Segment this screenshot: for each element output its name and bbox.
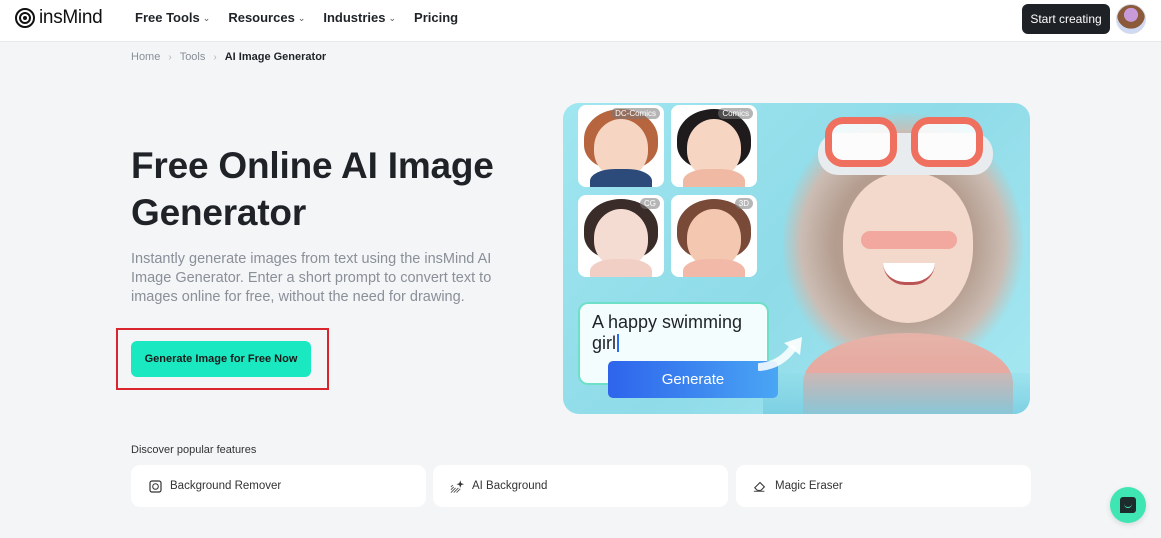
style-tag: Comics xyxy=(718,108,753,119)
breadcrumb: Home › Tools › AI Image Generator xyxy=(131,51,326,63)
generate-free-button[interactable]: Generate Image for Free Now xyxy=(131,341,311,377)
eraser-icon xyxy=(753,479,767,493)
nav-pricing[interactable]: Pricing xyxy=(414,10,458,25)
arrow-icon xyxy=(758,337,802,371)
logo-text: insMind xyxy=(39,7,103,28)
nav-resources[interactable]: Resources ⌄ xyxy=(228,10,305,25)
feature-background-remover[interactable]: Background Remover xyxy=(131,465,426,507)
feature-label: AI Background xyxy=(472,480,548,492)
showcase-image: DC-Comics Comics CG 3D A happy swimming … xyxy=(563,103,1030,414)
main-nav: Free Tools ⌄ Resources ⌄ Industries ⌄ Pr… xyxy=(135,10,458,25)
chat-icon xyxy=(1120,497,1136,513)
nav-label: Pricing xyxy=(414,10,459,25)
style-thumb-comics: Comics xyxy=(671,105,757,187)
start-creating-button[interactable]: Start creating xyxy=(1022,4,1110,34)
chevron-down-icon: ⌄ xyxy=(388,13,397,23)
page-title: Free Online AI Image Generator xyxy=(131,145,494,233)
breadcrumb-current: AI Image Generator xyxy=(224,51,327,63)
text-caret xyxy=(617,334,619,352)
nav-label: Industries xyxy=(323,10,386,25)
nav-industries[interactable]: Industries ⌄ xyxy=(323,10,396,25)
features-heading: Discover popular features xyxy=(131,444,257,456)
breadcrumb-tools[interactable]: Tools xyxy=(180,51,206,63)
chevron-down-icon: ⌄ xyxy=(202,13,211,23)
style-tag: CG xyxy=(640,198,660,209)
nav-label: Resources xyxy=(228,10,295,25)
feature-label: Background Remover xyxy=(170,480,282,492)
chevron-right-icon: › xyxy=(213,51,217,63)
nav-free-tools[interactable]: Free Tools ⌄ xyxy=(135,10,210,25)
feature-ai-background[interactable]: AI Background xyxy=(433,465,728,507)
style-thumb-3d: 3D xyxy=(671,195,757,277)
top-header: insMind Free Tools ⌄ Resources ⌄ Industr… xyxy=(0,0,1161,42)
avatar[interactable] xyxy=(1116,4,1146,34)
logo[interactable]: insMind xyxy=(15,7,103,29)
style-tag: DC-Comics xyxy=(611,108,660,119)
prompt-text: A happy swimming girl xyxy=(592,312,743,353)
style-thumb-cg: CG xyxy=(578,195,664,277)
chevron-down-icon: ⌄ xyxy=(297,13,306,23)
generate-button: Generate xyxy=(608,361,778,398)
chevron-right-icon: › xyxy=(168,51,172,63)
style-thumb-dc-comics: DC-Comics xyxy=(578,105,664,187)
style-tag: 3D xyxy=(734,198,753,209)
logo-icon xyxy=(15,8,35,28)
background-remover-icon xyxy=(148,479,162,493)
ai-background-icon xyxy=(450,479,464,493)
breadcrumb-home[interactable]: Home xyxy=(131,51,160,63)
hero-description: Instantly generate images from text usin… xyxy=(131,251,492,305)
chat-button[interactable] xyxy=(1110,487,1146,523)
nav-label: Free Tools xyxy=(135,10,200,25)
feature-magic-eraser[interactable]: Magic Eraser xyxy=(736,465,1031,507)
feature-label: Magic Eraser xyxy=(775,480,843,492)
